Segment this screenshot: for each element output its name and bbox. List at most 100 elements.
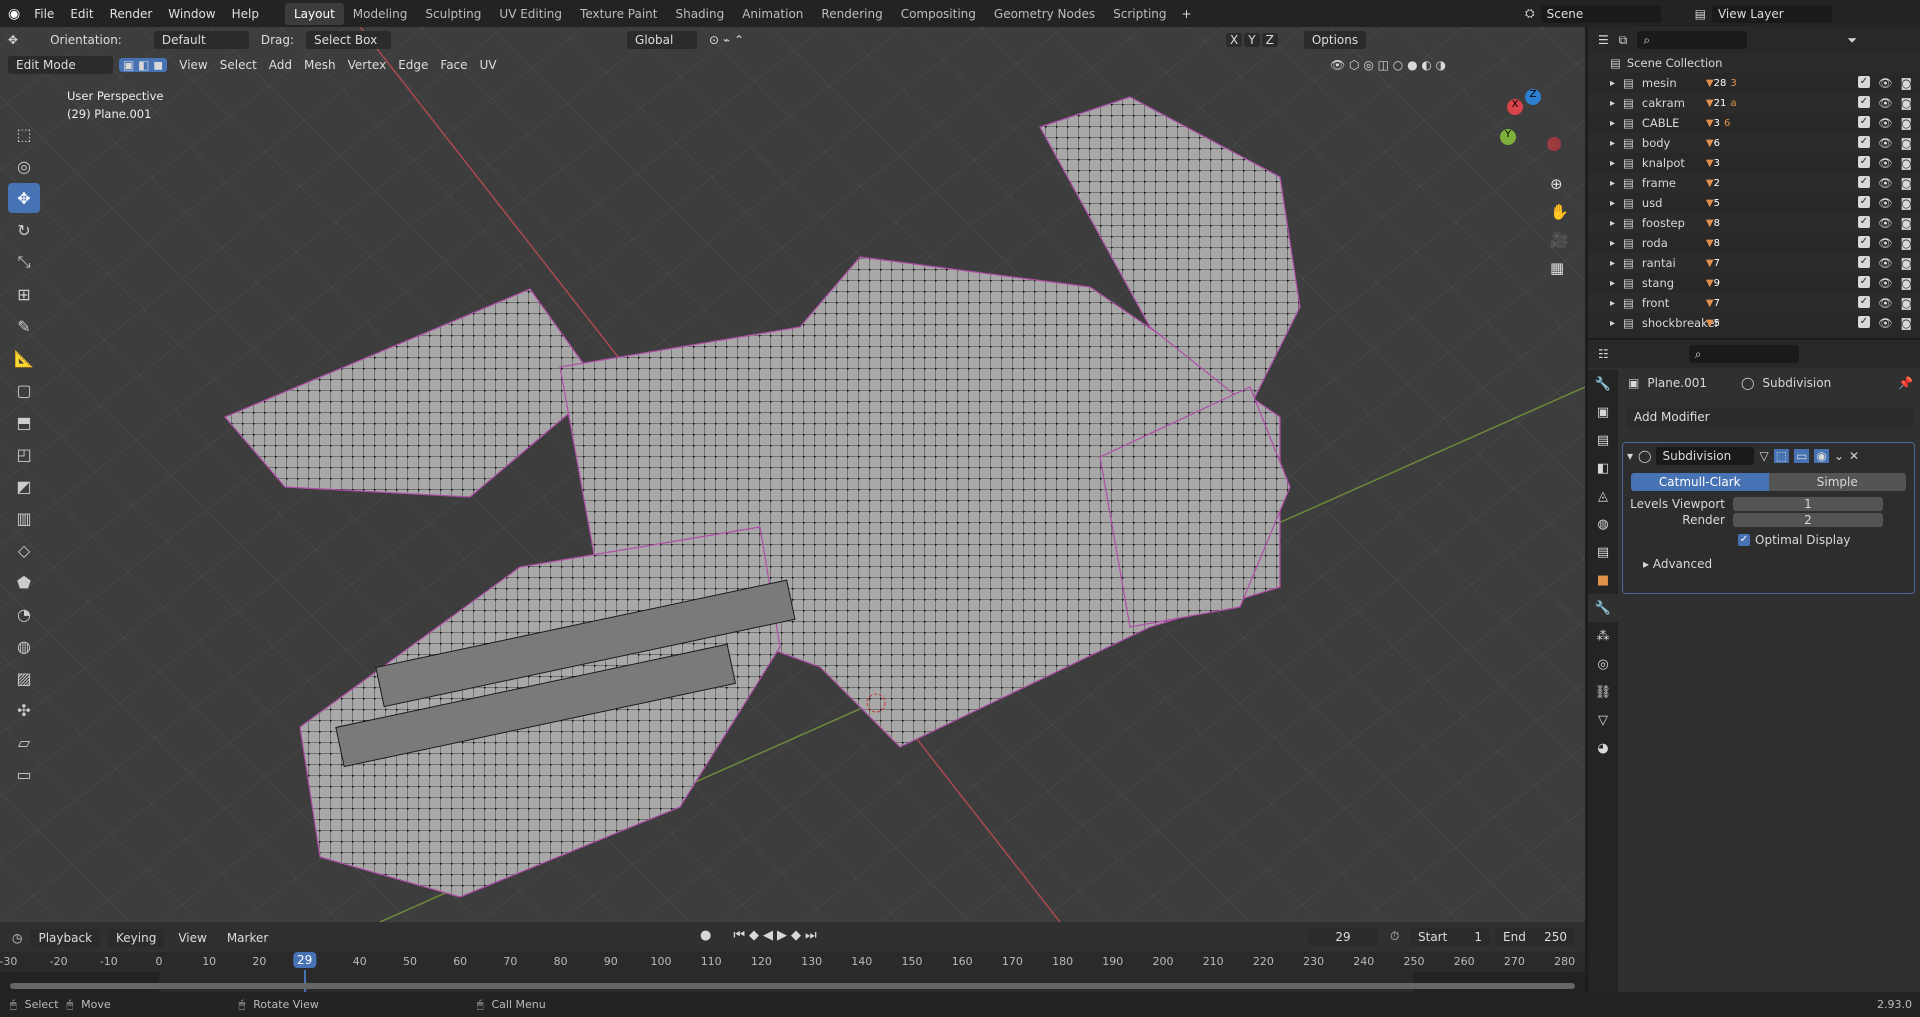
- expand-arrow-icon[interactable]: ▸: [1610, 238, 1615, 249]
- snap-icon[interactable]: ⊙ ⌁ ⌃: [703, 31, 750, 49]
- pan-hand-icon[interactable]: ✋: [1550, 203, 1569, 221]
- current-frame-field[interactable]: 29: [1308, 928, 1378, 946]
- exclude-checkbox[interactable]: ✓: [1858, 156, 1870, 168]
- viewport-toggle-icon[interactable]: ▭: [1794, 449, 1810, 463]
- outliner-item-rantai[interactable]: ▸ ▤ rantai ▼7 ✓ 👁 ◙: [1588, 253, 1920, 273]
- zoom-icon[interactable]: ⊕: [1550, 175, 1569, 193]
- gizmo-y[interactable]: Y: [1500, 129, 1516, 145]
- menu-render[interactable]: Render: [102, 7, 161, 21]
- outliner-item-usd[interactable]: ▸ ▤ usd ▼5 ✓ 👁 ◙: [1588, 193, 1920, 213]
- outliner-item-shockbreaker[interactable]: ▸ ▤ shockbreaker ▼5 ✓ 👁 ◙: [1588, 313, 1920, 333]
- add-cube-tool[interactable]: ▢: [8, 375, 40, 405]
- properties-tab-physics[interactable]: ◎: [1588, 650, 1618, 678]
- mirror-x-toggle[interactable]: X: [1226, 32, 1243, 47]
- mesh-count-badge[interactable]: ▼6: [1706, 138, 1720, 149]
- jump-end-icon[interactable]: ⏭: [805, 928, 817, 943]
- mode-dropdown[interactable]: Edit Mode: [8, 55, 113, 74]
- properties-tab-modifier[interactable]: 🔧: [1588, 594, 1618, 622]
- camera-render-icon[interactable]: ◙: [1901, 196, 1912, 210]
- timeline-menu-marker[interactable]: Marker: [221, 929, 274, 947]
- exclude-checkbox[interactable]: ✓: [1858, 236, 1870, 248]
- properties-tab-material[interactable]: ◕: [1588, 734, 1618, 762]
- eye-icon[interactable]: 👁: [1878, 216, 1893, 230]
- mesh-count-badge[interactable]: ▼7: [1706, 258, 1720, 269]
- eye-icon[interactable]: 👁: [1878, 176, 1893, 190]
- camera-render-icon[interactable]: ◙: [1901, 256, 1912, 270]
- mirror-y-toggle[interactable]: Y: [1244, 32, 1260, 47]
- optimal-display-checkbox[interactable]: ✓: [1738, 534, 1750, 546]
- bevel-tool[interactable]: ◩: [8, 471, 40, 501]
- expand-arrow-icon[interactable]: ▸: [1610, 158, 1615, 169]
- properties-tab-output[interactable]: ▤: [1588, 426, 1618, 454]
- render-levels-field[interactable]: 2: [1733, 513, 1883, 527]
- eye-icon[interactable]: 👁: [1878, 136, 1893, 150]
- knife-tool[interactable]: ◇: [8, 535, 40, 565]
- playhead[interactable]: 29: [292, 952, 317, 968]
- add-modifier-dropdown[interactable]: Add Modifier: [1626, 408, 1914, 428]
- annotate-tool[interactable]: ✎: [8, 311, 40, 341]
- exclude-checkbox[interactable]: ✓: [1858, 136, 1870, 148]
- blender-logo-icon[interactable]: ◉: [8, 6, 20, 22]
- cage-toggle-icon[interactable]: ⬚: [1773, 449, 1790, 463]
- tab-modeling[interactable]: Modeling: [344, 3, 417, 25]
- remove-modifier-icon[interactable]: ✕: [1849, 449, 1859, 463]
- eye-icon[interactable]: 👁: [1878, 156, 1893, 170]
- expand-arrow-icon[interactable]: ▸: [1610, 218, 1615, 229]
- tab-geometry-nodes[interactable]: Geometry Nodes: [985, 3, 1104, 25]
- drag-dropdown[interactable]: Select Box: [306, 30, 392, 49]
- prev-key-icon[interactable]: ◆: [749, 928, 759, 943]
- exclude-checkbox[interactable]: ✓: [1858, 196, 1870, 208]
- smooth-tool[interactable]: ◍: [8, 631, 40, 661]
- eye-icon[interactable]: 👁: [1878, 236, 1893, 250]
- expand-arrow-icon[interactable]: ▸: [1610, 278, 1615, 289]
- scale-tool[interactable]: ⤡: [8, 247, 40, 277]
- outliner-display-mode-icon[interactable]: ☰: [1598, 33, 1609, 47]
- rotate-tool[interactable]: ↻: [8, 215, 40, 245]
- cursor-tool[interactable]: ◎: [8, 151, 40, 181]
- viewport-menu-edge[interactable]: Edge: [392, 56, 434, 74]
- exclude-checkbox[interactable]: ✓: [1858, 276, 1870, 288]
- mesh-count-badge[interactable]: ▼8: [1706, 218, 1720, 229]
- levels-viewport-field[interactable]: 1: [1733, 497, 1883, 511]
- tab-shading[interactable]: Shading: [666, 3, 733, 25]
- eye-icon[interactable]: 👁: [1878, 316, 1893, 330]
- eye-icon[interactable]: 👁: [1878, 296, 1893, 310]
- timeline-scrollbar[interactable]: [10, 983, 1575, 989]
- options-dropdown[interactable]: Options: [1303, 30, 1367, 49]
- orientation-dropdown[interactable]: Default: [153, 30, 249, 49]
- tab-animation[interactable]: Animation: [733, 3, 812, 25]
- select-mode-buttons[interactable]: ▣ ◧ ◼: [119, 57, 168, 72]
- viewport-menu-select[interactable]: Select: [214, 56, 263, 74]
- camera-render-icon[interactable]: ◙: [1901, 276, 1912, 290]
- add-workspace-button[interactable]: +: [1176, 7, 1198, 21]
- collapse-arrow-icon[interactable]: ▾: [1627, 449, 1633, 463]
- grid-toggle-icon[interactable]: ▦: [1550, 259, 1569, 277]
- edit-mode-toggle-icon[interactable]: ▽: [1759, 449, 1768, 463]
- camera-render-icon[interactable]: ◙: [1901, 236, 1912, 250]
- end-frame-field[interactable]: End 250: [1495, 928, 1575, 946]
- eye-icon[interactable]: 👁: [1878, 96, 1893, 110]
- modifier-name-field[interactable]: Subdivision: [1656, 447, 1755, 465]
- view-layer-selector[interactable]: View Layer: [1711, 4, 1832, 23]
- mirror-z-toggle[interactable]: Z: [1261, 32, 1278, 47]
- properties-tab-collection[interactable]: ▤: [1588, 538, 1618, 566]
- mesh-count-badge[interactable]: ▼21 a: [1706, 98, 1737, 109]
- rip-tool[interactable]: ▭: [8, 759, 40, 789]
- properties-tab-particles[interactable]: ⁂: [1588, 622, 1618, 650]
- scene-collection[interactable]: ▤ Scene Collection: [1588, 53, 1920, 73]
- outliner-item-foostep[interactable]: ▸ ▤ foostep ▼8 ✓ 👁 ◙: [1588, 213, 1920, 233]
- exclude-checkbox[interactable]: ✓: [1858, 116, 1870, 128]
- eye-icon[interactable]: 👁: [1878, 76, 1893, 90]
- camera-render-icon[interactable]: ◙: [1901, 216, 1912, 230]
- timeline-menu-playback[interactable]: Playback: [30, 929, 101, 947]
- start-frame-field[interactable]: Start 1: [1410, 928, 1490, 946]
- viewport-shading-buttons[interactable]: 👁 ⬡ ◎ ◫ ○ ● ◐ ◑: [1330, 58, 1446, 72]
- record-icon[interactable]: ●: [700, 928, 711, 943]
- exclude-checkbox[interactable]: ✓: [1858, 96, 1870, 108]
- mesh-count-badge[interactable]: ▼3: [1706, 158, 1720, 169]
- mesh-count-badge[interactable]: ▼5: [1706, 198, 1720, 209]
- navigation-gizmo[interactable]: Z X Y: [1495, 89, 1565, 159]
- outliner-item-knalpot[interactable]: ▸ ▤ knalpot ▼3 ✓ 👁 ◙: [1588, 153, 1920, 173]
- jump-start-icon[interactable]: ⏮: [733, 928, 745, 943]
- camera-render-icon[interactable]: ◙: [1901, 116, 1912, 130]
